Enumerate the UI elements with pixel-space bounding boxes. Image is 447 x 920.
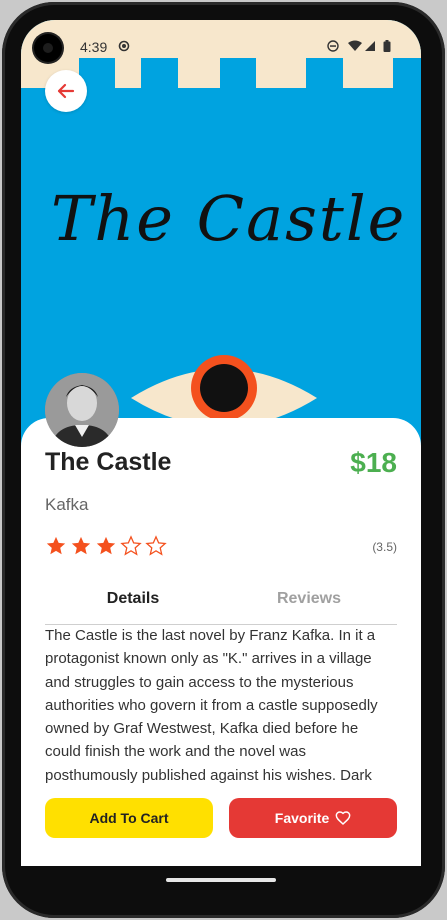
book-title: The Castle [45,448,172,476]
cover-battlement [115,58,141,88]
star-filled-icon [71,536,91,555]
arrow-left-icon [57,83,75,99]
book-description: The Castle is the last novel by Franz Ka… [45,627,378,784]
rating-stars [45,535,167,557]
heart-icon [335,811,351,826]
favorite-button[interactable]: Favorite [229,798,397,838]
home-indicator[interactable] [166,878,276,882]
detail-tabs: Details Reviews [45,588,397,625]
signal-icon [365,41,375,51]
cover-battlement [178,58,220,88]
add-to-cart-label: Add To Cart [89,810,169,826]
star-outline-icon [120,535,142,556]
book-price: $18 [350,447,397,478]
tab-reviews[interactable]: Reviews [221,590,397,608]
cover-battlement [343,58,393,88]
status-bar: 4:39 [21,20,421,62]
rating-value: (3.5) [372,540,397,554]
battery-icon [383,40,391,52]
wifi-icon [348,40,362,51]
star-outline-icon [145,535,167,556]
add-to-cart-button[interactable]: Add To Cart [45,798,213,838]
circle-icon [118,40,130,52]
app-screen: The Castle 4:39 The Castle $18 Kafka (3.… [21,20,421,870]
status-time: 4:39 [80,39,108,55]
star-filled-icon [46,536,66,555]
favorite-label: Favorite [274,810,330,826]
tab-details[interactable]: Details [45,590,221,608]
camera-cutout [34,34,62,62]
cover-title: The Castle [51,182,407,255]
author-avatar [45,373,119,447]
book-author: Kafka [45,495,89,514]
star-filled-icon [96,536,116,555]
do-not-disturb-icon [327,40,339,52]
navigation-bar [21,866,421,898]
back-button[interactable] [45,70,87,112]
cover-battlement [256,58,306,88]
